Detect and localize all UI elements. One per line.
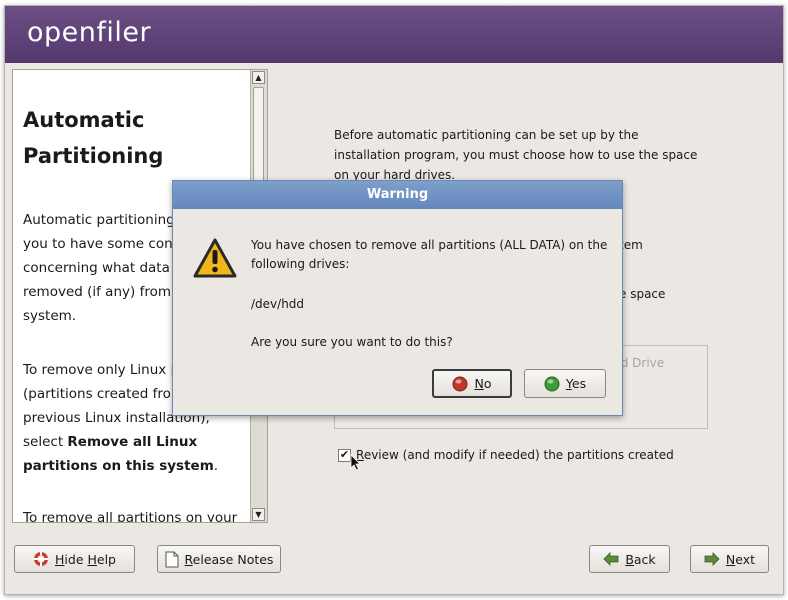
warning-dialog: Warning You have chosen to remove all pa… (172, 180, 623, 416)
release-notes-button[interactable]: Release Notes (157, 545, 281, 573)
next-button[interactable]: Next (690, 545, 769, 573)
no-icon (452, 376, 468, 392)
help-paragraph: To remove all partitions on your hard dr… (23, 510, 238, 522)
header-banner: openfiler (5, 6, 783, 63)
partition-option-label: e space (619, 287, 666, 301)
scroll-down-button[interactable]: ▼ (252, 508, 265, 521)
arrow-right-icon (704, 552, 720, 566)
scroll-up-button[interactable]: ▲ (252, 71, 265, 84)
mouse-cursor-icon (350, 454, 361, 475)
help-title: Automatic Partitioning (23, 108, 164, 168)
dialog-message: You have chosen to remove all partitions… (251, 238, 608, 271)
back-button[interactable]: Back (589, 545, 670, 573)
document-icon (165, 551, 179, 568)
hide-help-button[interactable]: Hide Help (14, 545, 135, 573)
arrow-left-icon (603, 552, 619, 566)
yes-button[interactable]: Yes (524, 369, 606, 398)
review-label: Review (and modify if needed) the partit… (356, 448, 674, 462)
yes-icon (544, 376, 560, 392)
drive-list-header: rd Drive (616, 356, 665, 370)
dialog-device: /dev/hdd (251, 297, 305, 311)
partition-intro-text: Before automatic partitioning can be set… (334, 128, 698, 182)
openfiler-logo: openfiler (27, 17, 152, 48)
no-button[interactable]: No (432, 369, 512, 398)
lifebuoy-icon (33, 551, 49, 567)
warning-icon (193, 238, 237, 282)
dialog-title: Warning (173, 181, 622, 209)
dialog-question: Are you sure you want to do this? (251, 335, 453, 349)
review-partitions-option[interactable]: ✔ Review (and modify if needed) the part… (338, 448, 674, 462)
